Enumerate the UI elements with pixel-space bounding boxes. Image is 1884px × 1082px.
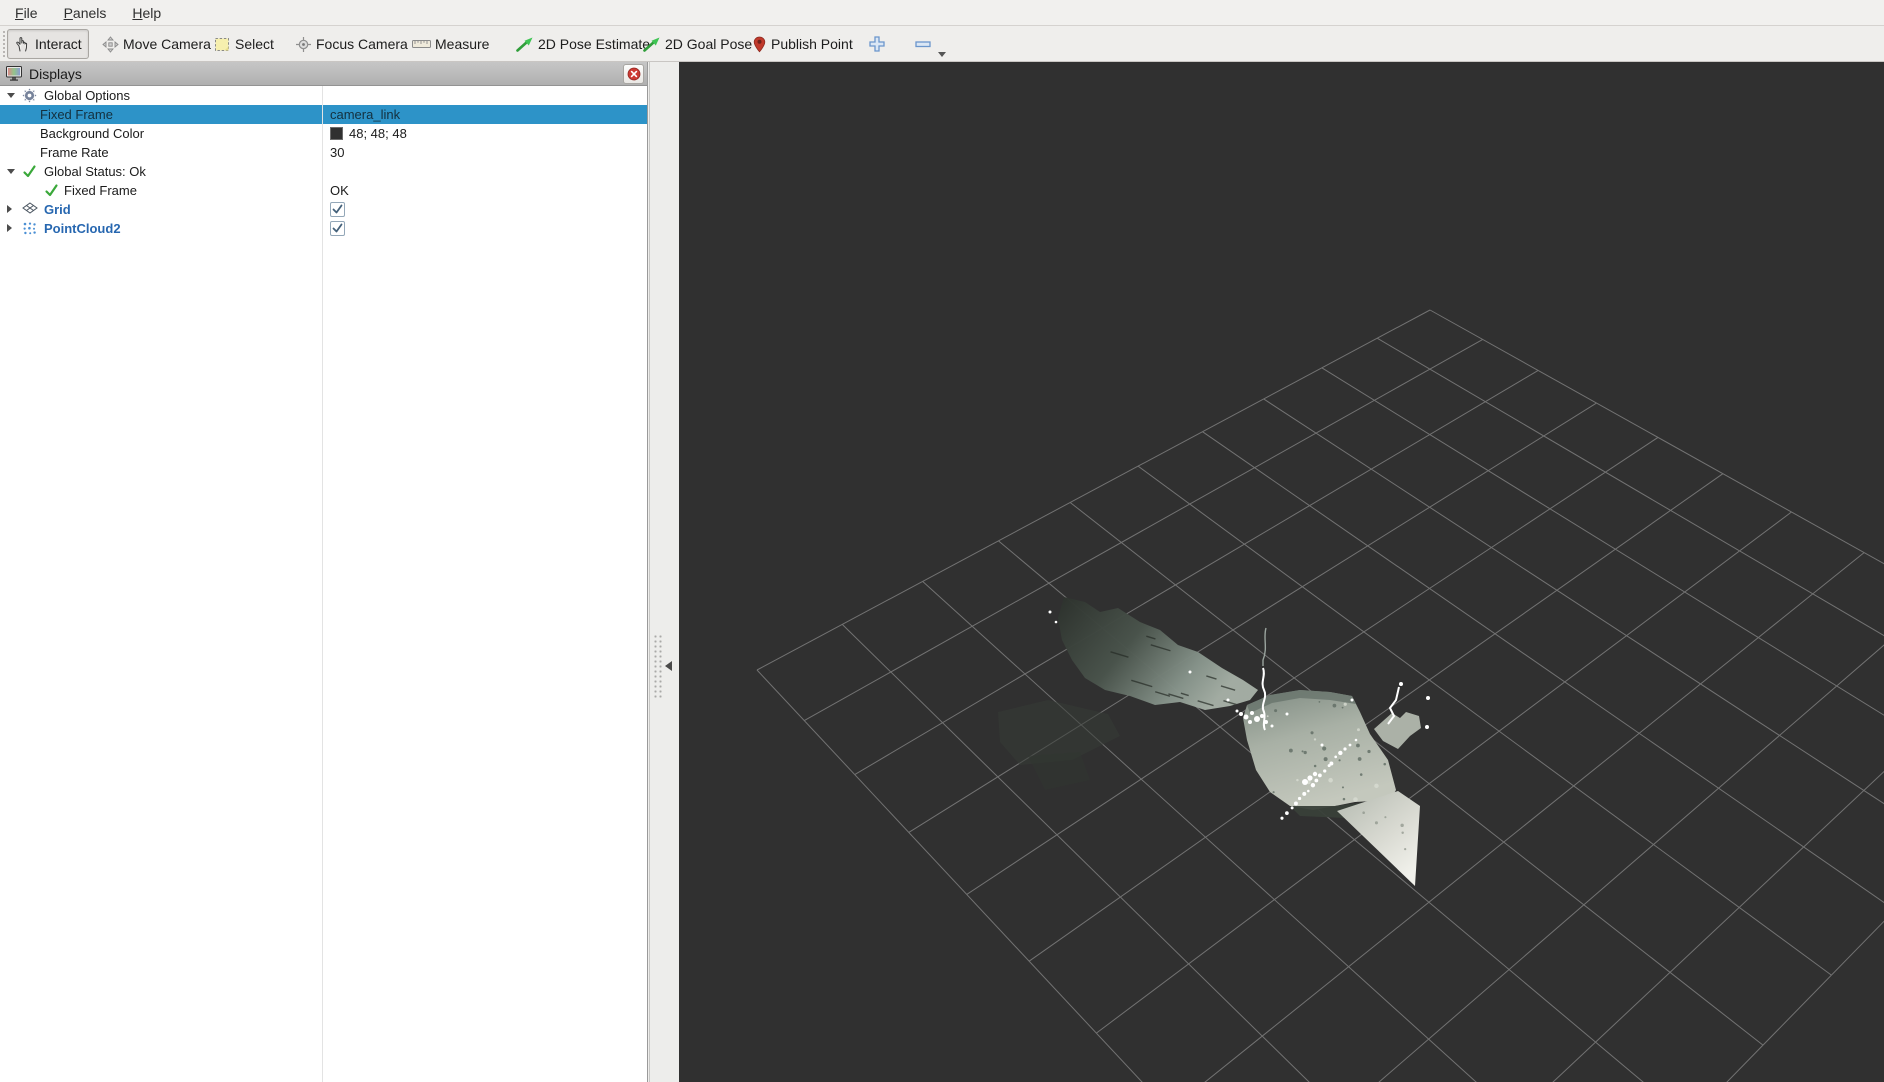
green-arrow-icon (643, 36, 661, 52)
property-value[interactable]: 30 (330, 143, 344, 162)
menu-bar: File Panels Help (0, 0, 1884, 26)
check-icon (22, 164, 37, 179)
grid-line (1428, 690, 1884, 1082)
property-name: Frame Rate (40, 143, 109, 162)
displays-panel-header[interactable]: Displays (0, 62, 647, 86)
property-value[interactable]: OK (330, 181, 349, 200)
tool-button-measure[interactable]: Measure (406, 29, 495, 59)
tool-button-interact[interactable]: Interact (7, 29, 89, 59)
property-name: PointCloud2 (44, 219, 121, 238)
scene-root (757, 310, 1884, 1082)
tool-label: Interact (35, 36, 82, 52)
hand-icon (14, 36, 31, 53)
move-icon (102, 36, 119, 53)
property-name: Global Options (44, 86, 130, 105)
tool-button-2d-goal-pose[interactable]: 2D Goal Pose (637, 29, 758, 59)
pin-icon (752, 36, 767, 53)
grid-line (1070, 502, 1763, 1045)
tool-label: Focus Camera (316, 36, 408, 52)
ruler-icon (412, 38, 431, 50)
tree-collapsed-arrow-icon[interactable] (7, 224, 12, 232)
grid-line (1248, 596, 1884, 1082)
panel-close-button[interactable] (623, 64, 644, 84)
property-name: Global Status: Ok (44, 162, 146, 181)
render-viewport-3d[interactable] (679, 62, 1884, 1082)
displays-panel: Displays Global OptionsFixed Framecamera… (0, 62, 648, 1082)
menu-item-panels[interactable]: Panels (57, 3, 114, 23)
tool-label: Move Camera (123, 36, 211, 52)
grid-line (1029, 474, 1723, 961)
minus-icon (914, 39, 932, 49)
grid-line (855, 370, 1538, 774)
property-name: Fixed Frame (64, 181, 137, 200)
displays-tree: Global OptionsFixed Framecamera_linkBack… (0, 86, 647, 1082)
enabled-checkbox[interactable] (330, 202, 345, 217)
displays-monitor-icon (6, 66, 22, 81)
select-box-icon (214, 36, 231, 53)
remove-tool-dropdown-caret-icon[interactable] (938, 52, 946, 57)
grid-line (909, 403, 1597, 832)
menu-item-help[interactable]: Help (125, 3, 168, 23)
tree-row-fixed-frame[interactable]: Fixed Frame camera_link (0, 105, 647, 124)
property-name: Fixed Frame (40, 105, 113, 124)
remove-tool-button[interactable] (908, 29, 938, 59)
grid-line (967, 437, 1658, 894)
point-cloud-fan-shadow-2 (1028, 752, 1090, 790)
tree-column-divider[interactable] (322, 86, 323, 1082)
tree-row-background-color[interactable]: Background Color 48; 48; 48 (0, 124, 647, 143)
point-cloud-wall-slab (1243, 690, 1396, 810)
panel-splitter[interactable] (649, 62, 679, 1082)
close-icon (627, 67, 641, 81)
tool-label: 2D Pose Estimate (538, 36, 650, 52)
splitter-grip-dots (653, 634, 663, 700)
tree-row-global-status-ok[interactable]: Global Status: Ok (0, 162, 647, 181)
grid-icon (22, 202, 37, 217)
property-name: Grid (44, 200, 71, 219)
tool-button-select[interactable]: Select (208, 29, 280, 59)
point-cloud-right-flag (1374, 712, 1421, 749)
grid-line (1430, 310, 1884, 690)
tree-row-fixed-frame[interactable]: Fixed Frame OK (0, 181, 647, 200)
menu-item-file[interactable]: File (8, 3, 45, 23)
focus-icon (295, 36, 312, 53)
tool-button-publish-point[interactable]: Publish Point (746, 29, 859, 59)
tree-expanded-arrow-icon[interactable] (7, 169, 15, 174)
property-name: Background Color (40, 124, 144, 143)
property-value[interactable]: camera_link (330, 105, 400, 124)
tree-row-pointcloud2[interactable]: PointCloud2 (0, 219, 647, 238)
green-arrow-icon (516, 36, 534, 52)
gear-icon (22, 88, 37, 103)
plus-icon (868, 35, 886, 53)
tool-label: Select (235, 36, 274, 52)
grid-line (1096, 512, 1791, 1033)
panel-title: Displays (29, 66, 82, 82)
tree-row-grid[interactable]: Grid (0, 200, 647, 219)
check-icon (44, 183, 59, 198)
tree-expanded-arrow-icon[interactable] (7, 93, 15, 98)
grid-line (923, 581, 1610, 1082)
tool-button-2d-pose-estimate[interactable]: 2D Pose Estimate (510, 29, 656, 59)
toolbar: Interact Move Camera Select Focus Camera Mea… (0, 26, 1884, 62)
tool-button-move-camera[interactable]: Move Camera (96, 29, 217, 59)
splitter-collapse-arrow-icon[interactable] (665, 661, 672, 671)
tool-label: Measure (435, 36, 489, 52)
add-tool-button[interactable] (862, 29, 892, 59)
tree-row-frame-rate[interactable]: Frame Rate 30 (0, 143, 647, 162)
enabled-checkbox[interactable] (330, 221, 345, 236)
color-swatch (330, 127, 343, 140)
pointcloud-icon (22, 221, 37, 236)
tool-label: Publish Point (771, 36, 853, 52)
tool-label: 2D Goal Pose (665, 36, 752, 52)
tool-button-focus-camera[interactable]: Focus Camera (289, 29, 414, 59)
tree-row-global-options[interactable]: Global Options (0, 86, 647, 105)
tree-collapsed-arrow-icon[interactable] (7, 205, 12, 213)
grid-line (1138, 466, 1831, 975)
point-cloud (998, 597, 1430, 886)
property-value[interactable]: 48; 48; 48 (349, 124, 407, 143)
